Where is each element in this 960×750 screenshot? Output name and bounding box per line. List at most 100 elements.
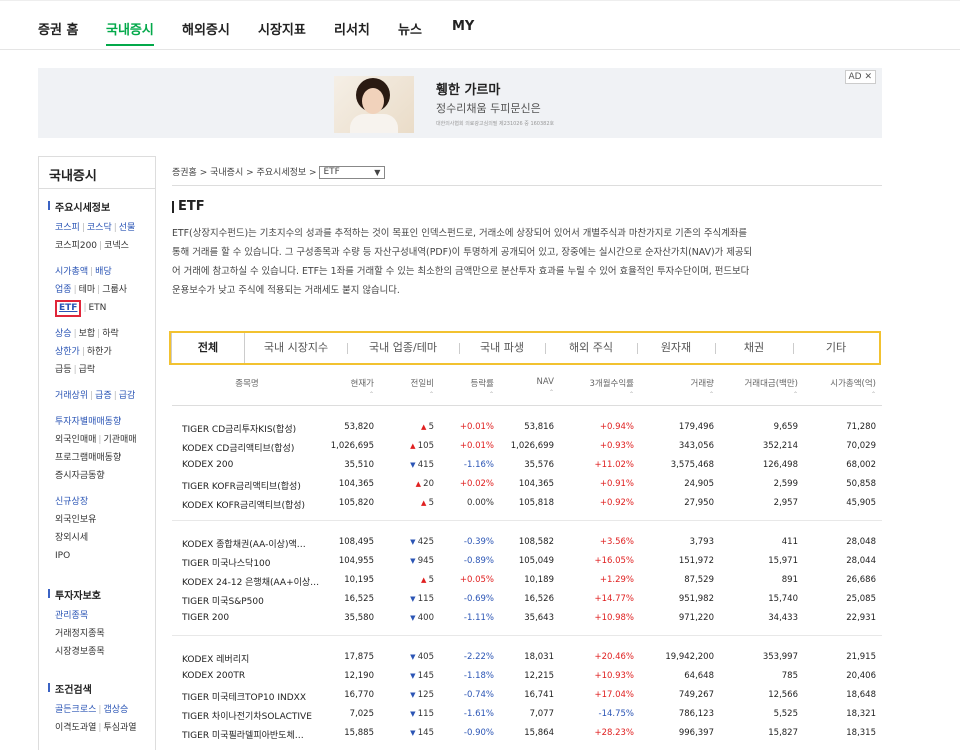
sidebar-link[interactable]: 시가총액 (55, 267, 88, 277)
sidebar-link[interactable]: 코스닥 (87, 223, 112, 233)
column-header-volume[interactable]: 거래량 ⌃ (654, 377, 714, 398)
table-row[interactable]: TIGER 차이나전기차SOLACTIVE 7,025 ▼ 115 -1.61% 7,0… (172, 706, 882, 725)
nav-domestic[interactable]: 국내증시 (106, 19, 154, 46)
sidebar-link[interactable]: 거래상위 (55, 391, 88, 401)
nav-research[interactable]: 리서치 (334, 19, 370, 38)
etf-name-link[interactable]: KODEX KOFR금리액티브(합성) (182, 498, 332, 511)
ad-banner[interactable]: 휑한 가르마 정수리채움 두피문신은 대한의사협회 의료광고심의필 제23102… (38, 68, 882, 138)
tab-domestic-derivative[interactable]: 국내 파생 (459, 333, 545, 363)
table-row[interactable]: KODEX CD금리액티브(합성) 1,026,695 ▲ 105 +0.01% 1,0… (172, 438, 882, 457)
sidebar-link[interactable]: 외국인보유 (55, 515, 96, 525)
sidebar-link[interactable]: 상승 (55, 329, 72, 339)
sidebar-link[interactable]: 선물 (119, 223, 136, 233)
sidebar-link[interactable]: 신규상장 (55, 497, 88, 507)
column-header-market-cap[interactable]: 시가총액(억) ⌃ (808, 377, 876, 398)
sidebar-link[interactable]: 상한가 (55, 347, 80, 357)
table-row[interactable]: KODEX 200TR 12,190 ▼ 145 -1.18% 12,215 +10.93… (172, 668, 882, 687)
etf-name-link[interactable]: TIGER 미국S&P500 (182, 594, 332, 607)
tab-overseas-stock[interactable]: 해외 주식 (545, 333, 637, 363)
etf-name-link[interactable]: TIGER 미국필라델피아반도체… (182, 728, 332, 741)
sidebar-link[interactable]: 코스피200 (55, 241, 97, 251)
sidebar-link[interactable]: 하락 (102, 329, 119, 339)
nav-stock-home[interactable]: 증권 홈 (38, 19, 78, 38)
sidebar-link[interactable]: 코넥스 (104, 241, 129, 251)
sidebar-link[interactable]: 프로그램매매동향 (55, 453, 121, 463)
column-header-change[interactable]: 전일비 ⌃ (384, 377, 434, 398)
etf-name-link[interactable]: TIGER 미국테크TOP10 INDXX (182, 690, 332, 703)
sidebar-link[interactable]: 보합 (79, 329, 96, 339)
sidebar-link[interactable]: 급락 (79, 365, 96, 375)
sort-caret-icon: ⌃ (870, 391, 876, 398)
etf-name-link[interactable]: TIGER 미국나스닥100 (182, 556, 332, 569)
sidebar-link[interactable]: 거래정지종목 (55, 629, 105, 639)
table-row[interactable]: KODEX 24-12 은행채(AA+이상… 10,195 ▲ 5 +0.05% 10,… (172, 572, 882, 591)
etf-name-link[interactable]: KODEX 레버리지 (182, 652, 332, 665)
etf-name-link[interactable]: KODEX 200 (182, 460, 332, 470)
breadcrumb-path[interactable]: 증권홈 > 국내증시 > 주요시세정보 > (172, 168, 317, 178)
etf-name-link[interactable]: TIGER 200 (182, 613, 332, 623)
sidebar-link[interactable]: 투심과열 (103, 723, 136, 733)
table-row[interactable]: KODEX KOFR금리액티브(합성) 105,820 ▲ 5 0.00% 105,81… (172, 495, 882, 514)
tab-domestic-index[interactable]: 국내 시장지수 (245, 333, 347, 363)
sidebar-link[interactable]: 배당 (95, 267, 112, 277)
sidebar-link[interactable]: 골든크로스 (55, 705, 96, 715)
sidebar-link[interactable]: 코스피 (55, 223, 80, 233)
nav-my[interactable]: MY (452, 19, 474, 34)
etf-name-link[interactable]: KODEX 종합채권(AA-이상)액… (182, 537, 332, 550)
sidebar-link-etf-active[interactable]: ETF (55, 300, 82, 317)
sidebar-link[interactable]: 갭상승 (103, 705, 128, 715)
tab-other[interactable]: 기타 (793, 333, 879, 363)
sidebar-link[interactable]: 기관매매 (103, 435, 136, 445)
column-header-rate[interactable]: 등락률 ⌃ (444, 377, 494, 398)
sidebar-link[interactable]: 하한가 (87, 347, 112, 357)
column-header-nav[interactable]: NAV ⌃ (504, 377, 554, 396)
table-row[interactable]: TIGER KOFR금리액티브(합성) 104,365 ▲ 20 +0.02% 104,… (172, 476, 882, 495)
nav-overseas[interactable]: 해외증시 (182, 19, 230, 38)
tab-bond[interactable]: 채권 (715, 333, 793, 363)
sidebar-link[interactable]: 급등 (55, 365, 72, 375)
ad-close-button[interactable]: AD ✕ (844, 70, 876, 84)
sidebar-link[interactable]: IPO (55, 551, 70, 561)
column-header-amount[interactable]: 거래대금(백만) ⌃ (726, 377, 798, 398)
nav-market-index[interactable]: 시장지표 (258, 19, 306, 38)
table-row[interactable]: TIGER CD금리투자KIS(합성) 53,820 ▲ 5 +0.01% 53,816… (172, 419, 882, 438)
table-row[interactable]: TIGER 미국필라델피아반도체… 15,885 ▼ 145 -0.90% 15,864… (172, 725, 882, 744)
sidebar-link[interactable]: 이격도과열 (55, 723, 96, 733)
etf-name-link[interactable]: TIGER CD금리투자KIS(합성) (182, 422, 332, 435)
sidebar-link[interactable]: 투자자별매매동향 (55, 417, 121, 427)
etf-name-link[interactable]: KODEX 200TR (182, 671, 332, 681)
etf-name-link[interactable]: TIGER 차이나전기차SOLACTIVE (182, 709, 332, 722)
table-row[interactable]: TIGER 200 35,580 ▼ 400 -1.11% 35,643 +10.98% 9… (172, 610, 882, 629)
etf-name-link[interactable]: KODEX 24-12 은행채(AA+이상… (182, 575, 332, 588)
table-row[interactable]: TIGER 미국나스닥100 104,955 ▼ 945 -0.89% 105,049 +… (172, 553, 882, 572)
cell-amount: 15,740 (768, 594, 798, 604)
sidebar-link[interactable]: 그룹사 (102, 285, 127, 295)
sidebar-link[interactable]: 업종 (55, 285, 72, 295)
sidebar-link[interactable]: 관리종목 (55, 611, 88, 621)
cell-volume: 151,972 (678, 556, 714, 566)
column-header-3m-return[interactable]: 3개월수익률 ⌃ (564, 377, 634, 398)
tab-domestic-sector[interactable]: 국내 업종/테마 (347, 333, 459, 363)
sidebar-link[interactable]: 테마 (79, 285, 96, 295)
sidebar-link[interactable]: 급감 (119, 391, 136, 401)
column-header-label: 종목명 (235, 379, 259, 389)
table-row[interactable]: KODEX 레버리지 17,875 ▼ 405 -2.22% 18,031 +20.46%… (172, 649, 882, 668)
table-row[interactable]: KODEX 200 35,510 ▼ 415 -1.16% 35,576 +11.02% 3… (172, 457, 882, 476)
tab-commodity[interactable]: 원자재 (637, 333, 715, 363)
sidebar-link[interactable]: 장외시세 (55, 533, 88, 543)
sidebar-link[interactable]: 증시자금동향 (55, 471, 105, 481)
etf-name-link[interactable]: KODEX CD금리액티브(합성) (182, 441, 332, 454)
column-header-price[interactable]: 현재가 ⌃ (322, 377, 374, 398)
table-row[interactable]: TIGER 미국S&P500 16,525 ▼ 115 -0.69% 16,526 +14… (172, 591, 882, 610)
sidebar-link[interactable]: 외국인매매 (55, 435, 96, 445)
etf-name-link[interactable]: TIGER KOFR금리액티브(합성) (182, 479, 332, 492)
sidebar-link[interactable]: 시장경보종목 (55, 647, 105, 657)
sidebar-link[interactable]: 급증 (95, 391, 112, 401)
sidebar-link[interactable]: ETN (88, 303, 106, 313)
nav-news[interactable]: 뉴스 (398, 19, 422, 38)
sidebar-separator: | (73, 329, 77, 339)
tab-all[interactable]: 전체 (171, 333, 245, 363)
table-row[interactable]: KODEX 종합채권(AA-이상)액… 108,495 ▼ 425 -0.39% 108… (172, 534, 882, 553)
category-select[interactable]: ETF ▼ (319, 166, 386, 179)
table-row[interactable]: TIGER 미국테크TOP10 INDXX 16,770 ▼ 125 -0.74% 16… (172, 687, 882, 706)
